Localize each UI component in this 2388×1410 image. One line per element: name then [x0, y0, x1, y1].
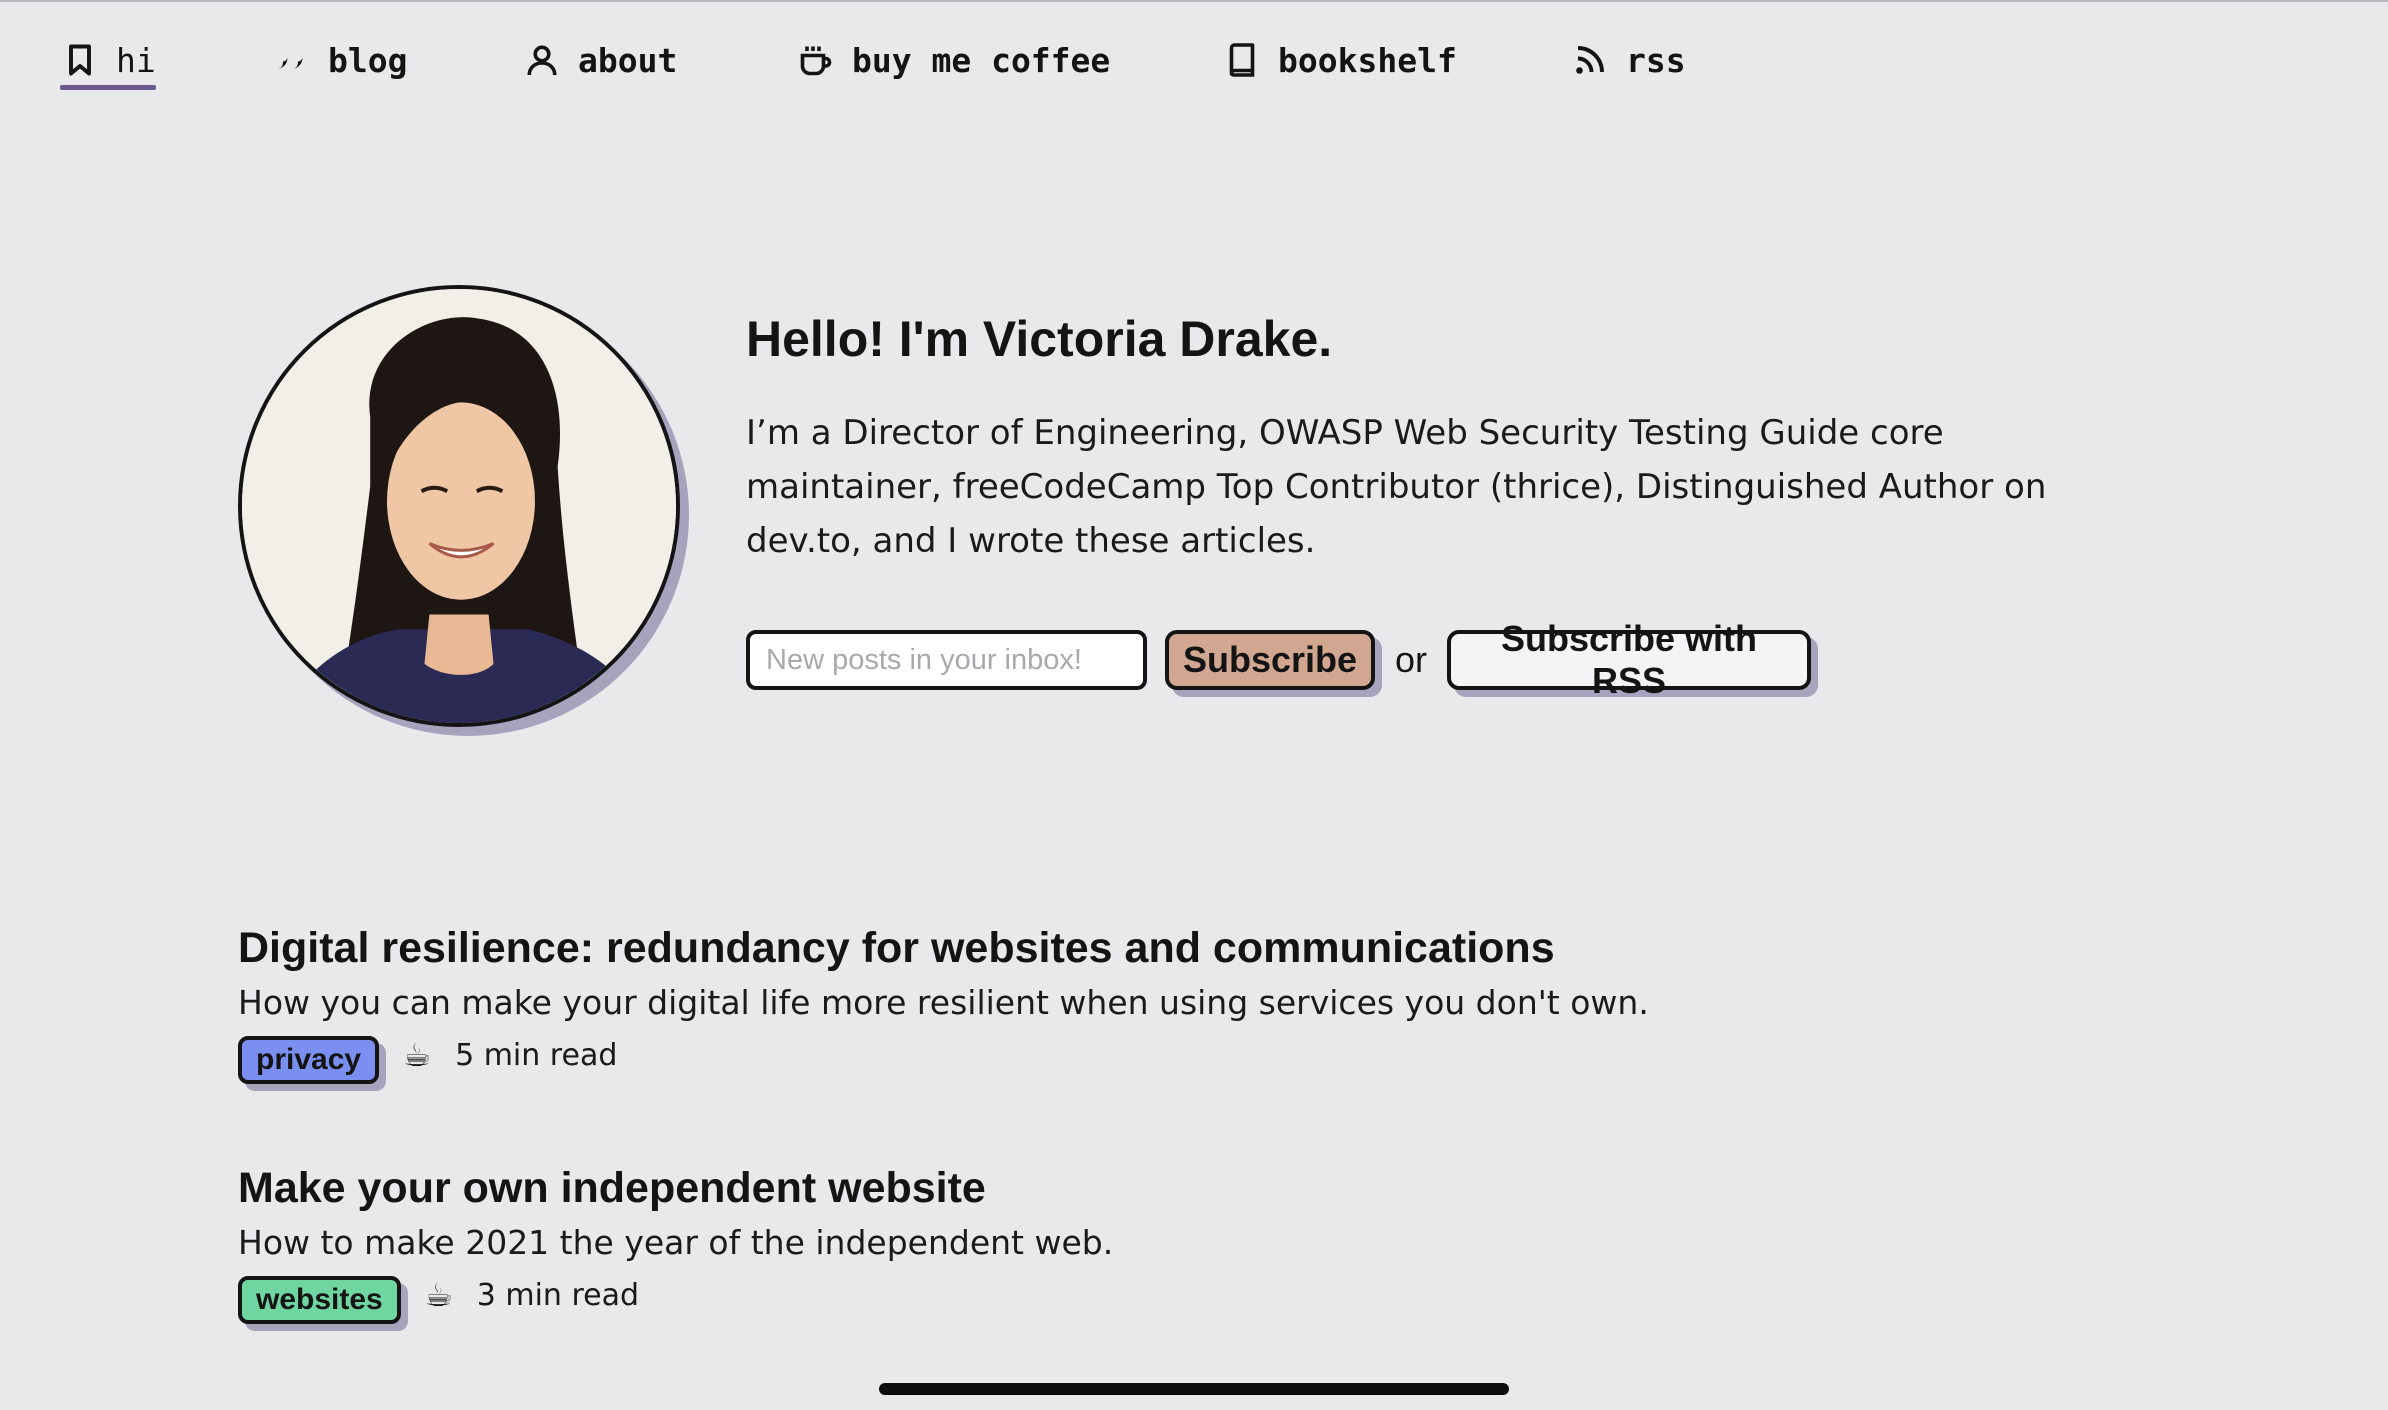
subscribe-rss-button[interactable]: Subscribe with RSS [1447, 618, 1812, 701]
post-description: How you can make your digital life more … [238, 983, 1649, 1022]
page-title: Hello! I'm Victoria Drake. [746, 311, 1333, 367]
tag-websites[interactable]: websites [238, 1276, 401, 1324]
nav-item-about[interactable]: about [522, 34, 677, 86]
avatar [238, 285, 680, 727]
coffee-icon: ☕ [402, 1036, 432, 1074]
nav-item-label: blog [328, 40, 408, 80]
nav-item-bookshelf[interactable]: bookshelf [1222, 34, 1457, 86]
email-field[interactable] [746, 630, 1147, 690]
post-description: How to make 2021 the year of the indepen… [238, 1223, 1114, 1262]
nav-item-blog[interactable]: blog [272, 34, 407, 86]
or-text: or [1395, 639, 1428, 680]
nav-item-label: about [578, 40, 678, 80]
bookmark-icon [60, 40, 100, 80]
post-meta: privacy ☕ 5 min read [238, 1030, 1649, 1084]
post-title-link[interactable]: Make your own independent website [238, 1160, 1113, 1216]
subscribe-button[interactable]: Subscribe [1165, 630, 1375, 690]
user-icon [522, 40, 562, 80]
coffee-cup-icon [796, 40, 836, 80]
subscribe-form: Subscribe or Subscribe with RSS [746, 618, 1812, 701]
top-nav: hi blog about buy me coffee bookshelf rs… [0, 0, 2388, 120]
tag-privacy[interactable]: privacy [238, 1036, 380, 1084]
nav-item-label: hi [116, 40, 156, 80]
rss-icon [1570, 40, 1610, 80]
nav-item-label: rss [1626, 40, 1686, 80]
coffee-icon: ☕ [424, 1276, 454, 1314]
bio-text: I’m a Director of Engineering, OWASP Web… [746, 413, 2047, 561]
list-item: Make your own independent website How to… [238, 1160, 1114, 1324]
list-item: Digital resilience: redundancy for websi… [238, 920, 1649, 1084]
read-time: 5 min read [455, 1037, 618, 1073]
nav-item-rss[interactable]: rss [1570, 34, 1686, 86]
read-time: 3 min read [476, 1277, 640, 1313]
post-title-link[interactable]: Digital resilience: redundancy for websi… [238, 920, 1649, 976]
nav-item-label: bookshelf [1278, 40, 1457, 80]
post-meta: websites ☕ 3 min read [238, 1270, 1113, 1324]
nav-item-hi[interactable]: hi [60, 34, 156, 90]
nav-item-label: buy me coffee [852, 40, 1111, 80]
quote-icon [272, 40, 312, 80]
home-indicator[interactable] [879, 1383, 1509, 1395]
nav-item-buy-me-coffee[interactable]: buy me coffee [796, 34, 1110, 86]
book-icon [1222, 40, 1262, 80]
